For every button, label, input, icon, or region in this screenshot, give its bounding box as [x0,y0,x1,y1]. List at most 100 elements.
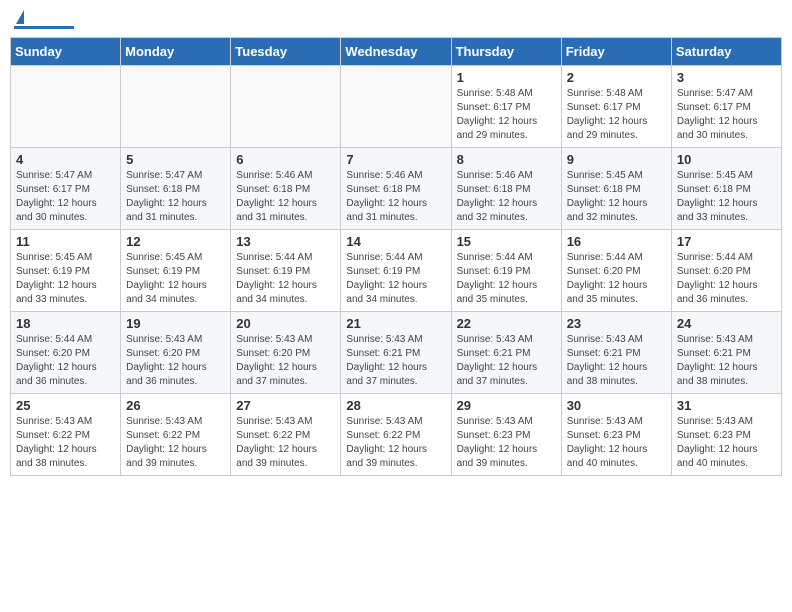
day-number: 26 [126,398,225,413]
day-info: Sunrise: 5:43 AMSunset: 6:21 PMDaylight:… [567,333,666,389]
calendar-cell: 22 Sunrise: 5:43 AMSunset: 6:21 PMDayligh… [451,312,561,394]
day-info: Sunrise: 5:44 AMSunset: 6:19 PMDaylight:… [346,251,445,307]
calendar-cell [341,66,451,148]
header-sunday: Sunday [11,38,121,66]
calendar-cell: 5Sunrise: 5:47 AMSunset: 6:18 PMDaylight… [121,148,231,230]
logo [14,10,74,29]
day-number: 2 [567,70,666,85]
day-info: Sunrise: 5:48 AMSunset: 6:17 PMDaylight:… [567,87,666,143]
calendar-cell: 16 Sunrise: 5:44 AMSunset: 6:20 PMDayligh… [561,230,671,312]
calendar-cell: 11 Sunrise: 5:45 AMSunset: 6:19 PMDayligh… [11,230,121,312]
day-info: Sunrise: 5:43 AMSunset: 6:20 PMDaylight:… [126,333,225,389]
calendar-cell: 3 Sunrise: 5:47 AMSunset: 6:17 PMDaylight… [671,66,781,148]
logo-underline [14,26,74,29]
day-number: 24 [677,316,776,331]
header-monday: Monday [121,38,231,66]
day-number: 15 [457,234,556,249]
day-info: Sunrise: 5:44 AMSunset: 6:20 PMDaylight:… [16,333,115,389]
day-info: Sunrise: 5:43 AMSunset: 6:22 PMDaylight:… [346,415,445,471]
calendar-cell: 19 Sunrise: 5:43 AMSunset: 6:20 PMDayligh… [121,312,231,394]
day-info: Sunrise: 5:48 AMSunset: 6:17 PMDaylight:… [457,87,556,143]
day-info: Sunrise: 5:43 AMSunset: 6:22 PMDaylight:… [236,415,335,471]
day-info: Sunrise: 5:45 AMSunset: 6:19 PMDaylight:… [16,251,115,307]
calendar-week-4: 18 Sunrise: 5:44 AMSunset: 6:20 PMDayligh… [11,312,782,394]
calendar-week-5: 25Sunrise: 5:43 AMSunset: 6:22 PMDayligh… [11,394,782,476]
day-number: 9 [567,152,666,167]
day-number: 17 [677,234,776,249]
day-info: Sunrise: 5:43 AMSunset: 6:21 PMDaylight:… [457,333,556,389]
calendar-table: SundayMondayTuesdayWednesdayThursdayFrid… [10,37,782,476]
calendar-cell: 30 Sunrise: 5:43 AMSunset: 6:23 PMDayligh… [561,394,671,476]
day-number: 10 [677,152,776,167]
header-tuesday: Tuesday [231,38,341,66]
calendar-cell: 20 Sunrise: 5:43 AMSunset: 6:20 PMDayligh… [231,312,341,394]
calendar-cell: 10 Sunrise: 5:45 AMSunset: 6:18 PMDayligh… [671,148,781,230]
day-number: 13 [236,234,335,249]
day-number: 12 [126,234,225,249]
calendar-cell [121,66,231,148]
day-number: 22 [457,316,556,331]
day-number: 1 [457,70,556,85]
day-number: 16 [567,234,666,249]
calendar-cell: 26 Sunrise: 5:43 AMSunset: 6:22 PMDayligh… [121,394,231,476]
day-info: Sunrise: 5:43 AMSunset: 6:21 PMDaylight:… [346,333,445,389]
calendar-cell: 1 Sunrise: 5:48 AMSunset: 6:17 PMDaylight… [451,66,561,148]
day-info: Sunrise: 5:44 AMSunset: 6:19 PMDaylight:… [457,251,556,307]
calendar-cell: 9 Sunrise: 5:45 AMSunset: 6:18 PMDaylight… [561,148,671,230]
day-info: Sunrise: 5:47 AMSunset: 6:17 PMDaylight:… [16,169,115,225]
day-info: Sunrise: 5:44 AMSunset: 6:20 PMDaylight:… [677,251,776,307]
header-wednesday: Wednesday [341,38,451,66]
day-info: Sunrise: 5:46 AMSunset: 6:18 PMDaylight:… [457,169,556,225]
day-number: 3 [677,70,776,85]
day-number: 11 [16,234,115,249]
calendar-cell: 23 Sunrise: 5:43 AMSunset: 6:21 PMDayligh… [561,312,671,394]
calendar-cell [11,66,121,148]
day-info: Sunrise: 5:43 AMSunset: 6:23 PMDaylight:… [677,415,776,471]
day-number: 27 [236,398,335,413]
day-number: 21 [346,316,445,331]
day-info: Sunrise: 5:43 AMSunset: 6:22 PMDaylight:… [126,415,225,471]
day-number: 18 [16,316,115,331]
calendar-cell: 29Sunrise: 5:43 AMSunset: 6:23 PMDayligh… [451,394,561,476]
calendar-cell: 24 Sunrise: 5:43 AMSunset: 6:21 PMDayligh… [671,312,781,394]
header-saturday: Saturday [671,38,781,66]
day-info: Sunrise: 5:43 AMSunset: 6:21 PMDaylight:… [677,333,776,389]
day-number: 30 [567,398,666,413]
day-info: Sunrise: 5:46 AMSunset: 6:18 PMDaylight:… [346,169,445,225]
calendar-week-2: 4 Sunrise: 5:47 AMSunset: 6:17 PMDaylight… [11,148,782,230]
calendar-header-row: SundayMondayTuesdayWednesdayThursdayFrid… [11,38,782,66]
calendar-cell: 28 Sunrise: 5:43 AMSunset: 6:22 PMDayligh… [341,394,451,476]
day-number: 31 [677,398,776,413]
logo-triangle-icon [16,10,24,24]
calendar-cell: 27 Sunrise: 5:43 AMSunset: 6:22 PMDayligh… [231,394,341,476]
calendar-week-1: 1 Sunrise: 5:48 AMSunset: 6:17 PMDaylight… [11,66,782,148]
day-info: Sunrise: 5:43 AMSunset: 6:20 PMDaylight:… [236,333,335,389]
calendar-cell: 15 Sunrise: 5:44 AMSunset: 6:19 PMDayligh… [451,230,561,312]
calendar-cell: 13Sunrise: 5:44 AMSunset: 6:19 PMDayligh… [231,230,341,312]
day-info: Sunrise: 5:45 AMSunset: 6:18 PMDaylight:… [567,169,666,225]
day-number: 4 [16,152,115,167]
calendar-cell [231,66,341,148]
day-number: 28 [346,398,445,413]
day-number: 20 [236,316,335,331]
day-number: 23 [567,316,666,331]
header-thursday: Thursday [451,38,561,66]
day-info: Sunrise: 5:44 AMSunset: 6:20 PMDaylight:… [567,251,666,307]
day-number: 7 [346,152,445,167]
day-number: 19 [126,316,225,331]
day-number: 29 [457,398,556,413]
calendar-cell: 8 Sunrise: 5:46 AMSunset: 6:18 PMDaylight… [451,148,561,230]
day-info: Sunrise: 5:46 AMSunset: 6:18 PMDaylight:… [236,169,335,225]
day-number: 14 [346,234,445,249]
calendar-cell: 7 Sunrise: 5:46 AMSunset: 6:18 PMDaylight… [341,148,451,230]
calendar-cell: 21 Sunrise: 5:43 AMSunset: 6:21 PMDayligh… [341,312,451,394]
day-info: Sunrise: 5:45 AMSunset: 6:18 PMDaylight:… [677,169,776,225]
day-info: Sunrise: 5:47 AMSunset: 6:17 PMDaylight:… [677,87,776,143]
day-number: 8 [457,152,556,167]
calendar-cell: 18 Sunrise: 5:44 AMSunset: 6:20 PMDayligh… [11,312,121,394]
header-friday: Friday [561,38,671,66]
calendar-cell: 14 Sunrise: 5:44 AMSunset: 6:19 PMDayligh… [341,230,451,312]
calendar-cell: 4 Sunrise: 5:47 AMSunset: 6:17 PMDaylight… [11,148,121,230]
calendar-week-3: 11 Sunrise: 5:45 AMSunset: 6:19 PMDayligh… [11,230,782,312]
day-info: Sunrise: 5:43 AMSunset: 6:23 PMDaylight:… [567,415,666,471]
